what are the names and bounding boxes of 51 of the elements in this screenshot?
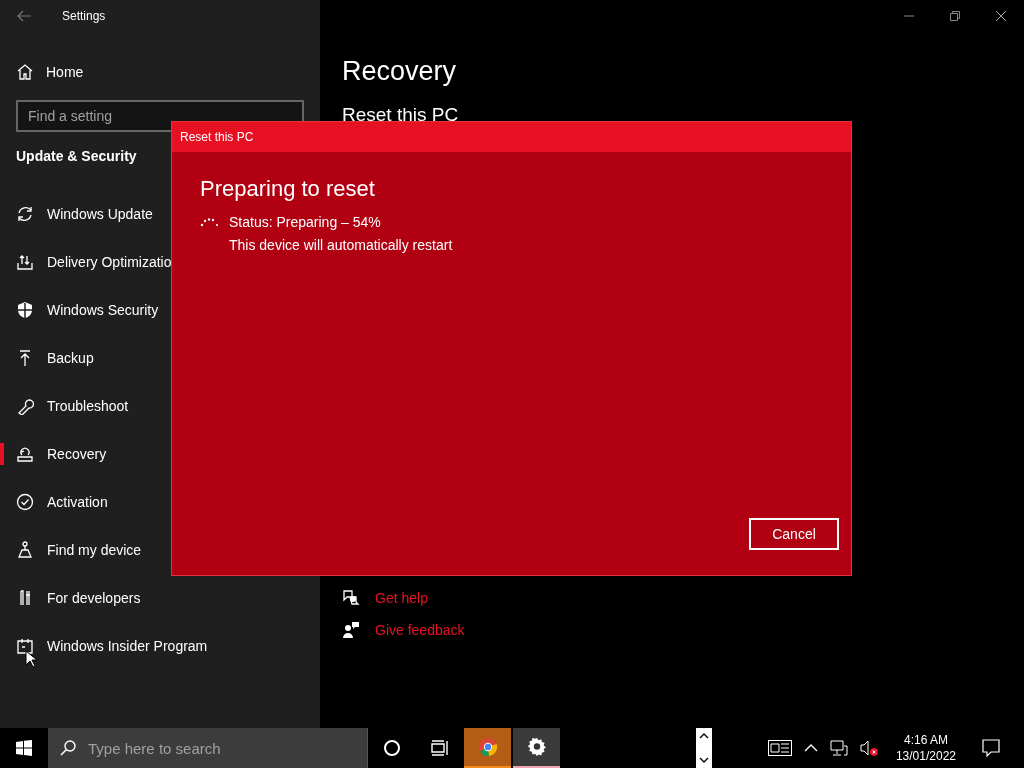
sync-icon [16,205,34,223]
status-text: Status: Preparing – 54% [229,214,382,230]
task-view-icon[interactable] [431,740,449,756]
person-feedback-icon [342,621,360,639]
clock[interactable]: 4:16 AM 13/01/2022 [895,732,956,764]
recovery-icon [16,445,34,463]
windows-logo-icon[interactable] [16,740,32,756]
note-text: This device will automatically restart [229,237,453,253]
news-icon[interactable] [767,740,792,756]
chevron-up-icon[interactable] [803,743,818,753]
close-icon[interactable] [996,11,1006,21]
locator-icon [16,541,34,559]
home-link[interactable]: Home [46,64,84,80]
dialog-heading: Preparing to reset [200,176,376,203]
scroll-arrows-icon[interactable] [695,728,712,768]
date-text: 13/01/2022 [895,748,956,764]
restore-icon[interactable] [950,11,960,21]
cancel-button[interactable]: Cancel [749,518,839,550]
circle-icon[interactable] [383,739,401,757]
upload-tray-icon [16,253,34,271]
link[interactable]: Give feedback [375,622,465,638]
wrench-icon [16,397,34,415]
page-title: Recovery [342,56,458,88]
sidebar-item[interactable]: Activation [0,478,304,526]
section-heading: Update & Security [16,148,138,166]
spinner-icon [200,217,218,227]
sidebar-item[interactable]: Backup [0,334,304,382]
network-icon[interactable] [829,740,848,756]
sidebar-item[interactable]: Windows Insider Program [0,622,304,670]
muted-speaker-icon[interactable] [859,740,878,756]
search-icon [60,740,76,756]
sidebar-item[interactable]: For developers [0,574,304,622]
browser-logo-icon [477,737,498,757]
gear-icon [526,737,547,757]
shield-icon [16,301,34,319]
help-bubbles-icon [342,589,360,607]
back-arrow-icon[interactable] [16,10,32,22]
sidebar-item[interactable]: Recovery [0,430,304,478]
notification-icon[interactable] [982,739,1000,757]
search-field[interactable]: Type here to search [48,728,368,768]
home-icon[interactable] [16,63,34,81]
sidebar-item[interactable]: Find my device [0,526,304,574]
taskbar-app-button[interactable] [513,728,560,768]
dialog-title: Reset this PC [172,122,851,152]
link[interactable]: Get help [375,590,428,606]
window-title: Settings [62,9,106,23]
time-text: 4:16 AM [903,732,948,748]
check-circle-icon [16,493,34,511]
sidebar-item[interactable]: Windows Security [0,286,304,334]
mouse-pointer-icon [25,650,37,668]
sidebar-item[interactable]: Troubleshoot [0,382,304,430]
